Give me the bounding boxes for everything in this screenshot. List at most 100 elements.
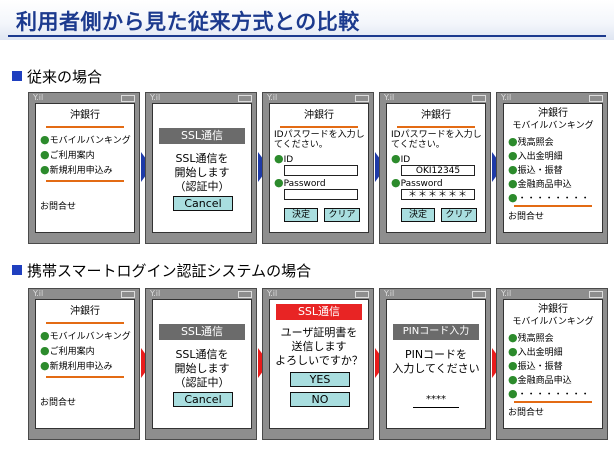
pin-line-1: PINコードを — [404, 348, 468, 361]
title-underline — [8, 35, 606, 37]
login-prompt-2: てください。 — [274, 140, 328, 150]
phone-4-pin: Y.il PINコード入力 PINコードを 入力してください **** — [379, 288, 491, 440]
menu-footer-contact[interactable]: お問合せ — [40, 398, 76, 409]
ssl-header-red: SSL通信 — [276, 304, 362, 320]
bank-item-transfer[interactable]: ●振込・振替 — [508, 360, 563, 373]
menu-item-guide[interactable]: ●ご利用案内 — [40, 149, 95, 162]
bank-item-statement[interactable]: ●入出金明細 — [508, 150, 563, 163]
phone-5-bank-menu: Y.il 沖銀行 モバイルバンキング ●残高照会 ●入出金明細 ●振込・振替 ●… — [496, 92, 608, 244]
accent-line — [280, 126, 358, 128]
page-title: 利用者側から見た従来方式との比較 — [16, 10, 360, 34]
phone-screen: 沖銀行 モバイルバンキング ●残高照会 ●入出金明細 ●振込・振替 ●金融商品申… — [503, 103, 603, 233]
antenna-icon: Y.il — [501, 289, 512, 298]
ssl-header: SSL通信 — [159, 128, 245, 144]
accent-line — [514, 205, 592, 207]
accent-line — [46, 322, 124, 324]
phone-screen: SSL通信 SSL通信を 開始します （認証中） Cancel — [152, 299, 252, 429]
antenna-icon: Y.il — [501, 93, 512, 102]
menu-item-signup[interactable]: ●新規利用申込み — [40, 164, 113, 177]
section2-heading-text: 携帯スマートログイン認証システムの場合 — [27, 262, 312, 280]
id-field[interactable] — [284, 165, 358, 176]
phone-screen: 沖銀行 モバイルバンキング ●残高照会 ●入出金明細 ●振込・振替 ●金融商品申… — [503, 299, 603, 429]
bank-item-balance[interactable]: ●残高照会 — [508, 136, 554, 149]
cancel-button[interactable]: Cancel — [173, 392, 233, 407]
phone-screen: PINコード入力 PINコードを 入力してください **** — [386, 299, 486, 429]
bank-item-balance[interactable]: ●残高照会 — [508, 332, 554, 345]
battery-icon — [589, 95, 603, 102]
accent-line — [46, 126, 124, 128]
ssl-line-3: （認証中） — [174, 376, 230, 389]
battery-icon — [121, 95, 135, 102]
bank-item-statement[interactable]: ●入出金明細 — [508, 346, 563, 359]
yes-button[interactable]: YES — [290, 372, 350, 387]
bank-footer-contact[interactable]: お問合せ — [508, 212, 544, 223]
menu-item-guide[interactable]: ●ご利用案内 — [40, 345, 95, 358]
section1-heading: 従来の場合 — [12, 66, 102, 86]
ssl-line-2: 開始します — [174, 362, 230, 375]
phone-screen: 沖銀行 IDパスワードを入力し てください。 ●ID ●Password 決定 … — [269, 103, 369, 233]
ssl-line-1: SSL通信を — [175, 348, 229, 361]
cert-line-1: ユーザ証明書を — [280, 326, 358, 339]
antenna-icon: Y.il — [33, 93, 44, 102]
antenna-icon: Y.il — [33, 289, 44, 298]
phone-screen: 沖銀行 IDパスワードを入力し てください。 ●ID OKI12345 ●Pas… — [386, 103, 486, 233]
pin-line-2: 入力してください — [392, 362, 480, 375]
pin-field[interactable]: **** — [387, 394, 485, 406]
login-prompt-2: てください。 — [391, 140, 445, 150]
phone-1-menu: Y.il 沖銀行 ●モバイルバンキング ●ご利用案内 ●新規利用申込み お問合せ — [28, 92, 140, 244]
cancel-button[interactable]: Cancel — [173, 196, 233, 211]
antenna-icon: Y.il — [150, 289, 161, 298]
battery-icon — [238, 95, 252, 102]
bank-item-transfer[interactable]: ●振込・振替 — [508, 164, 563, 177]
phone-screen: 沖銀行 ●モバイルバンキング ●ご利用案内 ●新規利用申込み お問合せ — [35, 299, 135, 429]
antenna-icon: Y.il — [384, 93, 395, 102]
password-field[interactable]: ＊＊＊＊＊＊ — [401, 189, 475, 200]
bank-item-more: ●・・・・・・・・ — [508, 387, 590, 400]
bullet-square-icon — [12, 265, 22, 275]
phone-1-menu: Y.il 沖銀行 ●モバイルバンキング ●ご利用案内 ●新規利用申込み お問合せ — [28, 288, 140, 440]
bank-title: 沖銀行 — [538, 304, 568, 315]
ok-button[interactable]: 決定 — [284, 208, 318, 222]
phone-4-login-filled: Y.il 沖銀行 IDパスワードを入力し てください。 ●ID OKI12345… — [379, 92, 491, 244]
phone-screen: 沖銀行 ●モバイルバンキング ●ご利用案内 ●新規利用申込み お問合せ — [35, 103, 135, 233]
menu-footer-contact[interactable]: お問合せ — [40, 202, 76, 213]
battery-icon — [121, 291, 135, 298]
no-button[interactable]: NO — [290, 392, 350, 407]
pin-header: PINコード入力 — [393, 324, 479, 340]
password-field[interactable] — [284, 189, 358, 200]
bullet-square-icon — [12, 71, 22, 81]
bank-item-products[interactable]: ●金融商品申込 — [508, 374, 572, 387]
phone-2-ssl: Y.il SSL通信 SSL通信を 開始します （認証中） Cancel — [145, 288, 257, 440]
accent-line — [46, 376, 124, 378]
bank-item-products[interactable]: ●金融商品申込 — [508, 178, 572, 191]
accent-line — [397, 126, 475, 128]
antenna-icon: Y.il — [267, 289, 278, 298]
id-field[interactable]: OKI12345 — [401, 165, 475, 176]
section2-heading: 携帯スマートログイン認証システムの場合 — [12, 260, 311, 280]
accent-line — [514, 401, 592, 403]
battery-icon — [472, 291, 486, 298]
antenna-icon: Y.il — [267, 93, 278, 102]
title-bar: 利用者側から見た従来方式との比較 — [0, 0, 614, 40]
battery-icon — [589, 291, 603, 298]
menu-title: 沖銀行 — [70, 306, 100, 317]
phone-2-ssl: Y.il SSL通信 SSL通信を 開始します （認証中） Cancel — [145, 92, 257, 244]
login-title: 沖銀行 — [304, 110, 334, 121]
bank-footer-contact[interactable]: お問合せ — [508, 408, 544, 419]
menu-item-mobile-banking[interactable]: ●モバイルバンキング — [40, 134, 131, 147]
ok-button[interactable]: 決定 — [401, 208, 435, 222]
battery-icon — [355, 291, 369, 298]
menu-item-signup[interactable]: ●新規利用申込み — [40, 360, 113, 373]
battery-icon — [472, 95, 486, 102]
ssl-header: SSL通信 — [159, 324, 245, 340]
clear-button[interactable]: クリア — [441, 208, 477, 222]
bank-subtitle: モバイルバンキング — [512, 317, 594, 327]
pin-underline — [413, 407, 459, 408]
bank-title: 沖銀行 — [538, 108, 568, 119]
menu-item-mobile-banking[interactable]: ●モバイルバンキング — [40, 330, 131, 343]
phone-3-certificate: Y.il SSL通信 ユーザ証明書を 送信します よろしいですか？ YES NO — [262, 288, 374, 440]
antenna-icon: Y.il — [384, 289, 395, 298]
menu-title: 沖銀行 — [70, 110, 100, 121]
antenna-icon: Y.il — [150, 93, 161, 102]
clear-button[interactable]: クリア — [324, 208, 360, 222]
